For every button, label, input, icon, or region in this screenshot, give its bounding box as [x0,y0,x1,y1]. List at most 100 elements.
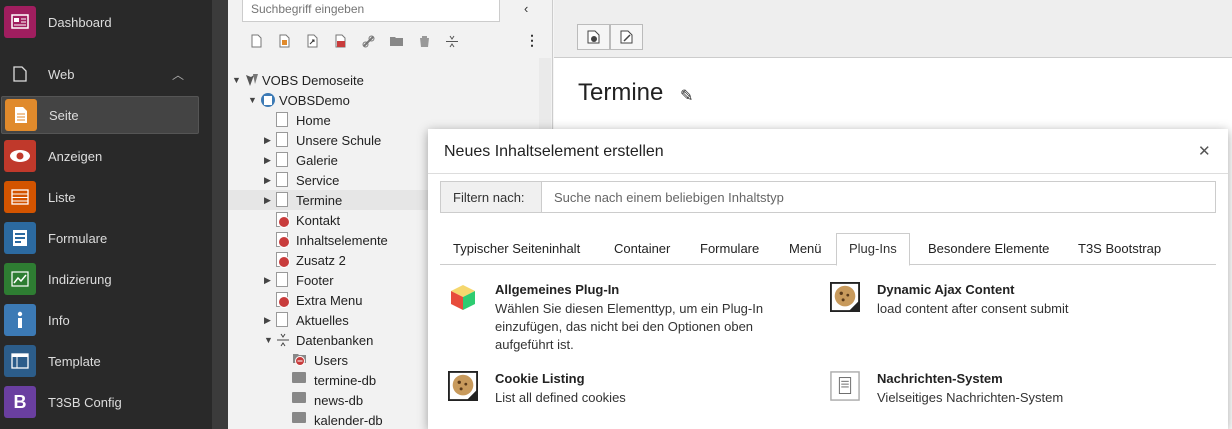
tree-node[interactable]: Extra Menu [276,290,362,310]
edit-title-pencil-icon[interactable]: ✎ [680,86,693,106]
new-backend-section-icon[interactable] [270,32,298,50]
sidebar-item-seite[interactable]: Seite [1,96,199,134]
expand-arrow-icon[interactable]: ▶ [264,155,276,166]
sidebar-item-info[interactable]: Info [0,301,212,339]
tree-node[interactable]: ▶ Unsere Schule [264,130,381,150]
tab-plug-ins[interactable]: Plug-Ins [836,233,910,266]
tree-node-label: termine-db [314,372,377,388]
sidebar-item-formulare[interactable]: Formulare [0,219,212,257]
new-mountpoint-icon[interactable] [326,32,354,50]
info-icon [4,304,36,336]
tree-node-label: Service [296,172,340,188]
modal-header: Neues Inhaltselement erstellen ✕ [428,129,1228,174]
tab-formulare[interactable]: Formulare [700,233,759,265]
element-type-tabs: Typischer Seiteninhalt Container Formula… [440,233,1216,266]
element-title: Cookie Listing [495,371,585,386]
sidebar-group-label: Web [48,66,75,82]
tab-besondere-elemente[interactable]: Besondere Elemente [928,233,1049,265]
chart-icon [4,263,36,295]
expand-arrow-icon[interactable]: ▶ [264,175,276,186]
tab-menu[interactable]: Menü [789,233,822,265]
element-title: Allgemeines Plug-In [495,282,620,297]
content-element-cookie-listing[interactable]: Cookie Listing List all defined cookies [448,371,808,411]
tree-node[interactable]: Zusatz 2 [276,250,346,270]
sidebar-item-indizierung[interactable]: Indizierung [0,260,212,298]
folder-icon[interactable] [382,32,410,50]
typo3-logo-icon [244,72,258,88]
divider-icon[interactable] [438,32,466,50]
view-page-button[interactable] [577,24,610,50]
sidebar-group-web[interactable]: Web ︿ [0,55,212,93]
filter-search-input[interactable] [542,182,1215,212]
tree-node[interactable]: ▼ VOBS Demoseite [232,70,364,90]
page-icon [276,112,290,128]
tree-node-label: VOBS Demoseite [262,72,364,88]
tree-node-label: VOBSDemo [279,92,350,108]
tree-search-input[interactable] [242,0,500,22]
tree-node[interactable]: ▶ Galerie [264,150,338,170]
edit-page-properties-button[interactable] [610,24,643,50]
chevron-up-icon[interactable]: ︿ [172,66,184,83]
element-description: Wählen Sie diesen Elementtyp, um ein Plu… [495,301,764,352]
tree-node-selected[interactable]: ▶ Termine [264,190,342,210]
tree-node[interactable]: news-db [292,390,363,410]
page-icon [276,172,290,188]
template-icon [4,345,36,377]
more-options-icon[interactable]: ⋮ [525,32,539,49]
tab-t3s-bootstrap[interactable]: T3S Bootstrap [1078,233,1161,265]
expand-arrow-icon[interactable]: ▶ [264,275,276,286]
sidebar-item-anzeigen[interactable]: Anzeigen [0,137,212,175]
sidebar-item-template[interactable]: Template [0,342,212,380]
tab-container[interactable]: Container [614,233,670,265]
tab-typischer-seiteninhalt[interactable]: Typischer Seiteninhalt [453,233,580,265]
expand-arrow-icon[interactable]: ▼ [248,95,260,105]
page-icon [276,272,290,288]
tree-node-label: Kontakt [296,212,341,228]
expand-arrow-icon[interactable]: ▶ [264,315,276,326]
content-element-allgemeines-plugin[interactable]: Allgemeines Plug-In Wählen Sie diesen El… [448,282,808,352]
link-icon[interactable] [354,32,382,50]
list-icon [4,181,36,213]
tree-node-label: Unsere Schule [296,132,382,148]
expand-arrow-icon[interactable]: ▶ [264,135,276,146]
news-document-icon [830,371,860,401]
close-icon[interactable]: ✕ [1198,142,1211,160]
tree-node[interactable]: ▶ Aktuelles [264,310,349,330]
sidebar-item-liste[interactable]: Liste [0,178,212,216]
sidebar-item-dashboard[interactable]: Dashboard [0,3,212,41]
sidebar-item-label: Indizierung [48,271,112,287]
expand-arrow-icon[interactable]: ▼ [232,75,244,85]
tree-node[interactable]: Kontakt [276,210,340,230]
tree-node[interactable]: kalender-db [292,410,383,429]
element-description: List all defined cookies [495,390,626,405]
new-shortcut-icon[interactable] [298,32,326,50]
tree-node[interactable]: Inhaltselemente [276,230,388,250]
folder-icon [292,412,308,428]
tree-node-label: Termine [296,192,343,208]
page-icon [276,132,290,148]
tree-node-label: Footer [296,272,334,288]
content-element-dynamic-ajax-content[interactable]: Dynamic Ajax Content load content after … [830,282,1190,322]
tree-node[interactable]: Home [276,110,331,130]
sidebar-item-label: Seite [49,107,79,123]
sidebar-item-t3sb-config[interactable]: B T3SB Config [0,383,212,421]
tree-node-label: Zusatz 2 [296,252,346,268]
tree-node[interactable]: Users [292,350,348,370]
new-page-icon[interactable] [242,32,270,50]
tree-node[interactable]: ▶ Service [264,170,339,190]
tree-node[interactable]: ▶ Footer [264,270,334,290]
spacer-page-icon [276,332,290,348]
tree-node-label: Home [296,112,331,128]
tree-node[interactable]: ▼ Datenbanken [264,330,373,350]
expand-arrow-icon[interactable]: ▶ [264,195,276,206]
new-content-element-modal: Neues Inhaltselement erstellen ✕ Filtern… [428,129,1228,429]
module-sidebar: Dashboard Web ︿ Seite Anzeigen Liste For… [0,0,212,429]
tree-node[interactable]: ▼ VOBSDemo [248,90,350,110]
collapse-tree-icon[interactable]: ‹ [524,1,528,16]
web-page-icon [4,58,36,90]
bootstrap-icon: B [4,386,36,418]
tree-node[interactable]: termine-db [292,370,376,390]
expand-arrow-icon[interactable]: ▼ [264,335,276,345]
content-element-nachrichten-system[interactable]: Nachrichten-System Vielseitiges Nachrich… [830,371,1190,411]
recycler-icon[interactable] [410,32,438,50]
